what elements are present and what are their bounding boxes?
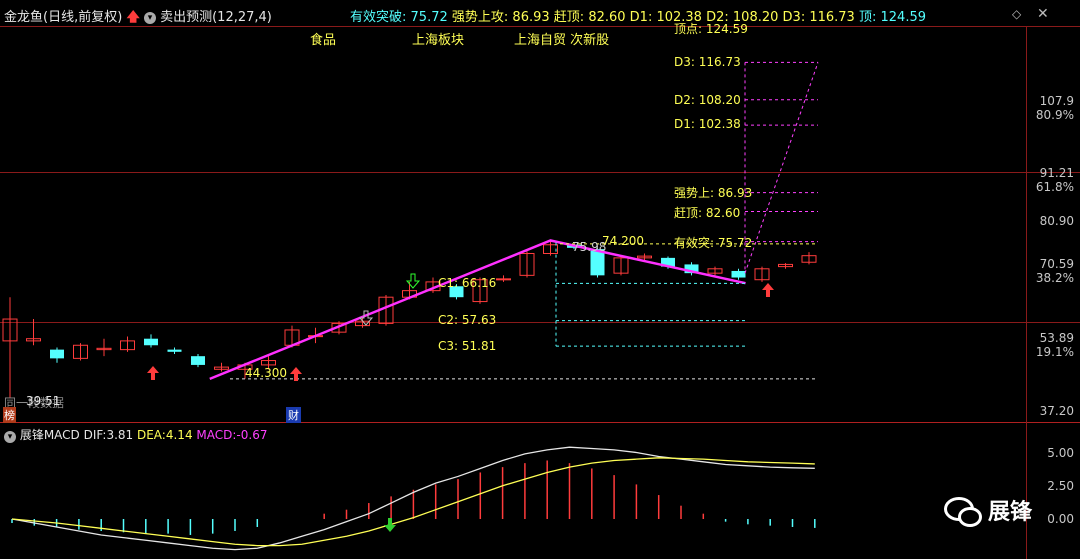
- target-1-value: 75.72: [410, 10, 448, 25]
- price-axis-pct-809: 80.9%: [1035, 108, 1074, 122]
- c-level-1: C1: 66.16: [438, 276, 497, 290]
- indicator-params: (12,27,4): [212, 10, 272, 25]
- price-axis-37: 37.20: [1039, 404, 1074, 418]
- stock-name[interactable]: 金龙鱼: [4, 10, 43, 25]
- price-axis-91: 91.21: [1039, 166, 1074, 180]
- c-level-3: C3: 51.81: [438, 339, 497, 353]
- rank-badge[interactable]: 榜: [3, 407, 16, 423]
- target-3-label: 赶顶: [553, 10, 580, 25]
- target-values: 有效突破: 75.72 强势上攻: 86.93 赶顶: 82.60 D1: 10…: [350, 10, 927, 25]
- macd-chart[interactable]: [0, 429, 1026, 559]
- buy-arrow-icon: [762, 283, 774, 297]
- right-level-d3: D3: 116.73: [674, 55, 741, 69]
- candle-body: [496, 278, 511, 281]
- price-axis-pct-618: 61.8%: [1035, 180, 1074, 194]
- buy-arrow-icon: [147, 366, 159, 380]
- later-high-label: 74.200: [602, 234, 644, 248]
- up-arrow-icon: 🡅: [126, 10, 140, 25]
- price-axis-107: 107.9: [1039, 94, 1074, 108]
- target-2-label: 强势上攻: [451, 10, 504, 25]
- candle-body: [144, 338, 158, 346]
- target-1-label: 有效突破: [350, 10, 403, 25]
- macd-axis-5: 5.00: [1047, 446, 1074, 460]
- period-label: (日线,前复权): [43, 10, 123, 25]
- panel-divider: [0, 422, 1080, 423]
- indicator-name[interactable]: 卖出预测: [160, 10, 212, 25]
- sell-arrow-icon: [384, 518, 396, 532]
- target-3-value: 82.60: [588, 10, 626, 25]
- macd-axis-25: 2.50: [1047, 479, 1074, 493]
- target-7-label: 顶: [858, 10, 872, 25]
- low-price-label: 44.300: [245, 366, 287, 380]
- sell-arrow-icon: [405, 273, 421, 289]
- price-axis-70: 70.59: [1039, 257, 1074, 271]
- right-level-d1: D1: 102.38: [674, 117, 741, 131]
- target-6-label: D3: [782, 10, 801, 25]
- watermark: 展锋: [944, 494, 1033, 527]
- watermark-text: 展锋: [988, 500, 1033, 525]
- price-axis-pct-382: 38.2%: [1035, 271, 1074, 285]
- right-level-breakout: 有效突: 75.72: [674, 236, 753, 250]
- close-icon[interactable]: ✕: [1037, 6, 1049, 22]
- candle-body: [167, 349, 182, 352]
- right-level-strong: 强势上: 86.93: [674, 186, 753, 200]
- target-7-value: 124.59: [880, 10, 927, 25]
- right-level-0: 顶点: 124.59: [674, 22, 748, 36]
- price-axis-53: 53.89: [1039, 331, 1074, 345]
- bottom-left-value: 39.51: [26, 394, 61, 408]
- candle-body: [191, 356, 205, 365]
- right-level-top: 赶顶: 82.60: [674, 206, 741, 220]
- candlestick-chart[interactable]: [0, 26, 1026, 422]
- target-2-value: 86.93: [512, 10, 550, 25]
- c-level-2: C2: 57.63: [438, 313, 497, 327]
- right-level-d2: D2: 108.20: [674, 93, 741, 107]
- target-6-value: 116.73: [809, 10, 855, 25]
- wechat-icon: [944, 495, 982, 527]
- diamond-icon[interactable]: ◇: [1012, 7, 1021, 21]
- finance-badge[interactable]: 财: [286, 407, 301, 423]
- price-axis-pct-191: 19.1%: [1035, 345, 1074, 359]
- target-4-label: D1: [629, 10, 648, 25]
- price-axis-80: 80.90: [1039, 214, 1074, 228]
- candle-body: [731, 270, 746, 278]
- candle-body: [50, 349, 64, 359]
- indicator-dropdown-icon[interactable]: ▾: [143, 12, 156, 24]
